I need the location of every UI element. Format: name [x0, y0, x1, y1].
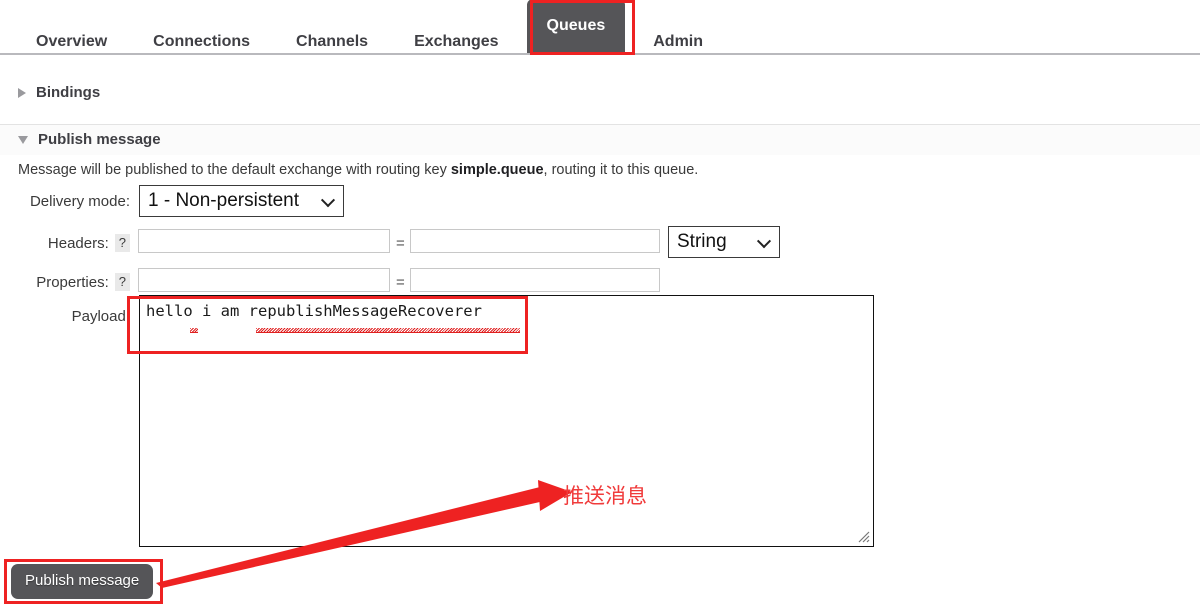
delivery-mode-select[interactable]: 1 - Non-persistent — [139, 185, 344, 217]
headers-type-select[interactable]: String — [668, 226, 780, 258]
section-header-publish-message[interactable]: Publish message — [0, 124, 1200, 155]
tab-admin[interactable]: Admin — [635, 24, 721, 61]
headers-type-selected-value: String — [668, 226, 780, 258]
section-title-bindings: Bindings — [36, 84, 101, 101]
delivery-mode-selected-value: 1 - Non-persistent — [139, 185, 344, 217]
tab-exchanges[interactable]: Exchanges — [396, 24, 516, 61]
routing-key-value: simple.queue — [450, 162, 544, 178]
headers-key-input[interactable] — [138, 229, 390, 253]
properties-label: Properties: — [36, 274, 109, 291]
payload-label: Payload: — [71, 308, 130, 325]
tab-channels[interactable]: Channels — [278, 24, 386, 61]
properties-label-group: Properties:? — [0, 273, 130, 292]
publish-description-prefix: Message will be published to the default… — [18, 162, 451, 178]
nav-underline — [0, 53, 1200, 55]
headers-equals-sign: = — [396, 235, 405, 252]
headers-value-input[interactable] — [410, 229, 660, 253]
properties-equals-sign: = — [396, 274, 405, 291]
tab-overview[interactable]: Overview — [18, 24, 125, 61]
headers-help-icon[interactable]: ? — [114, 234, 130, 252]
properties-help-icon[interactable]: ? — [114, 273, 130, 291]
properties-value-input[interactable] — [410, 268, 660, 292]
nav-tab-strip: Overview Connections Channels Exchanges … — [0, 0, 731, 53]
publish-message-button[interactable]: Publish message — [11, 564, 154, 599]
triangle-down-icon — [18, 136, 28, 144]
payload-textarea[interactable] — [139, 295, 874, 547]
triangle-right-icon — [18, 88, 26, 98]
tab-queues[interactable]: Queues — [526, 0, 626, 53]
main-navigation: Overview Connections Channels Exchanges … — [0, 0, 1200, 55]
headers-label-group: Headers:? — [0, 234, 130, 253]
section-title-publish-message: Publish message — [38, 131, 161, 148]
properties-key-input[interactable] — [138, 268, 390, 292]
publish-description-suffix: , routing it to this queue. — [543, 162, 699, 178]
delivery-mode-label: Delivery mode: — [29, 193, 130, 210]
headers-label: Headers: — [47, 235, 109, 252]
publish-description: Message will be published to the default… — [18, 160, 698, 180]
section-header-bindings[interactable]: Bindings — [0, 78, 1200, 108]
tab-connections[interactable]: Connections — [135, 24, 268, 61]
